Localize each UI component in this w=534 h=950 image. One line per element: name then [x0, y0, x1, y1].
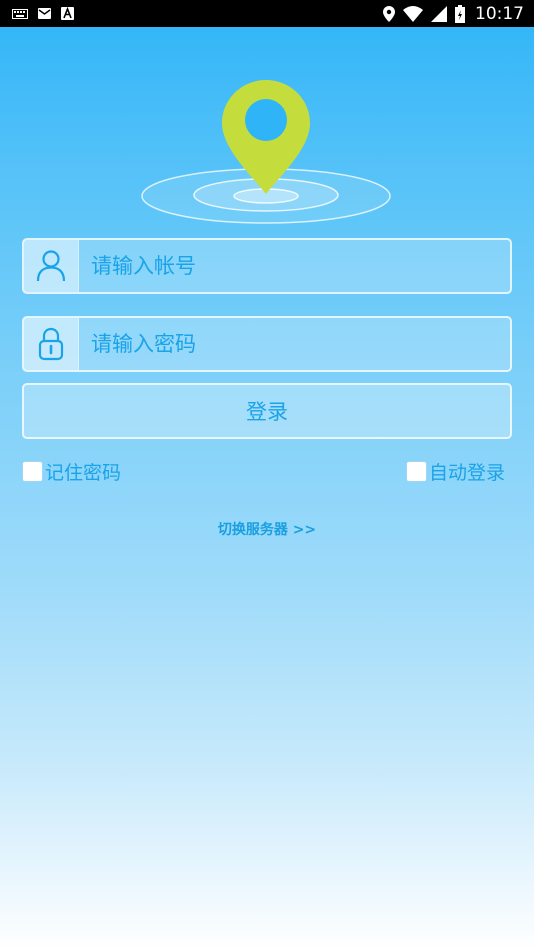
signal-icon [431, 5, 447, 22]
switch-server-row: 切换服务器 >> [0, 519, 534, 539]
wifi-icon [403, 5, 423, 22]
password-input[interactable] [79, 318, 510, 370]
password-field [22, 316, 512, 372]
status-bar-left [12, 7, 74, 20]
a-icon [61, 7, 74, 20]
status-bar: 10:17 [0, 0, 534, 27]
lock-icon-box [24, 318, 79, 370]
remember-password-label: 记住密码 [45, 462, 122, 484]
remember-password-checkbox[interactable]: 记住密码 [22, 458, 121, 485]
login-button[interactable]: 登录 [22, 383, 512, 439]
logo-location-pin [140, 78, 392, 228]
keyboard-icon [12, 8, 28, 19]
status-bar-right: 10:17 [383, 4, 524, 24]
battery-icon [455, 4, 465, 23]
status-bar-time: 10:17 [475, 3, 524, 24]
username-field [22, 238, 512, 294]
user-icon-box [24, 240, 79, 292]
auto-login-checkbox[interactable]: 自动登录 [406, 458, 505, 485]
lock-icon [38, 327, 64, 361]
auto-login-label: 自动登录 [429, 462, 506, 484]
remember-password-box[interactable] [22, 461, 43, 482]
username-input[interactable] [79, 240, 510, 292]
auto-login-box[interactable] [406, 461, 427, 482]
location-pin-icon [141, 80, 391, 224]
message-icon [38, 8, 51, 19]
user-icon [36, 250, 66, 282]
switch-server-link[interactable]: 切换服务器 >> [218, 522, 316, 538]
location-icon [383, 5, 395, 22]
